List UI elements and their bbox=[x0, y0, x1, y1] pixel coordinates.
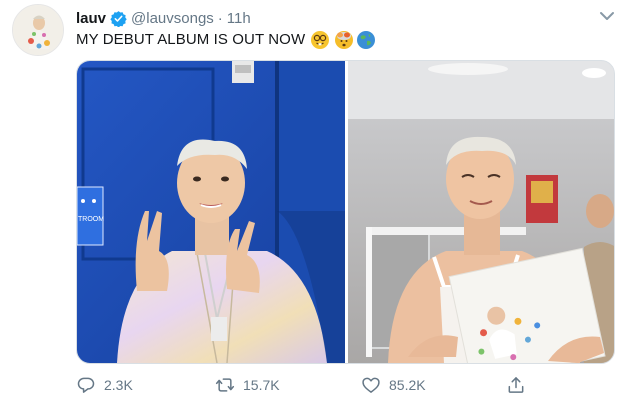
nerd-face-emoji bbox=[311, 31, 330, 49]
like-button[interactable]: 85.2K bbox=[361, 372, 426, 398]
tweet: lauv @lauvsongs · 11h MY DEBUT ALBUM IS … bbox=[0, 0, 632, 409]
globe-emoji bbox=[357, 31, 376, 49]
retweet-button[interactable]: 15.7K bbox=[215, 372, 280, 398]
media-grid[interactable]: TROOM bbox=[76, 60, 615, 364]
restroom-sign: TROOM bbox=[78, 216, 104, 223]
author-handle[interactable]: @lauvsongs bbox=[131, 10, 214, 27]
exploding-head-emoji bbox=[335, 31, 354, 49]
verified-badge-icon bbox=[110, 10, 127, 27]
retweet-count: 15.7K bbox=[243, 377, 280, 393]
action-bar: 2.3K 15.7K 85.2K bbox=[76, 372, 616, 398]
tweet-time[interactable]: 11h bbox=[227, 10, 251, 27]
avatar[interactable] bbox=[12, 4, 64, 56]
tweet-header: lauv @lauvsongs · 11h bbox=[76, 8, 251, 28]
share-icon bbox=[506, 375, 526, 395]
share-button[interactable] bbox=[506, 372, 534, 398]
author-name[interactable]: lauv bbox=[76, 10, 106, 27]
reply-count: 2.3K bbox=[104, 377, 133, 393]
retweet-icon bbox=[215, 375, 235, 395]
tweet-text-content: MY DEBUT ALBUM IS OUT NOW bbox=[76, 31, 306, 48]
separator-dot: · bbox=[217, 9, 223, 27]
photo-left[interactable]: TROOM bbox=[77, 61, 345, 363]
like-count: 85.2K bbox=[389, 377, 426, 393]
tweet-text: MY DEBUT ALBUM IS OUT NOW bbox=[76, 30, 376, 50]
photo-right[interactable] bbox=[348, 61, 614, 363]
reply-icon bbox=[76, 375, 96, 395]
reply-button[interactable]: 2.3K bbox=[76, 372, 133, 398]
heart-icon bbox=[361, 375, 381, 395]
chevron-down-icon[interactable] bbox=[597, 6, 617, 26]
